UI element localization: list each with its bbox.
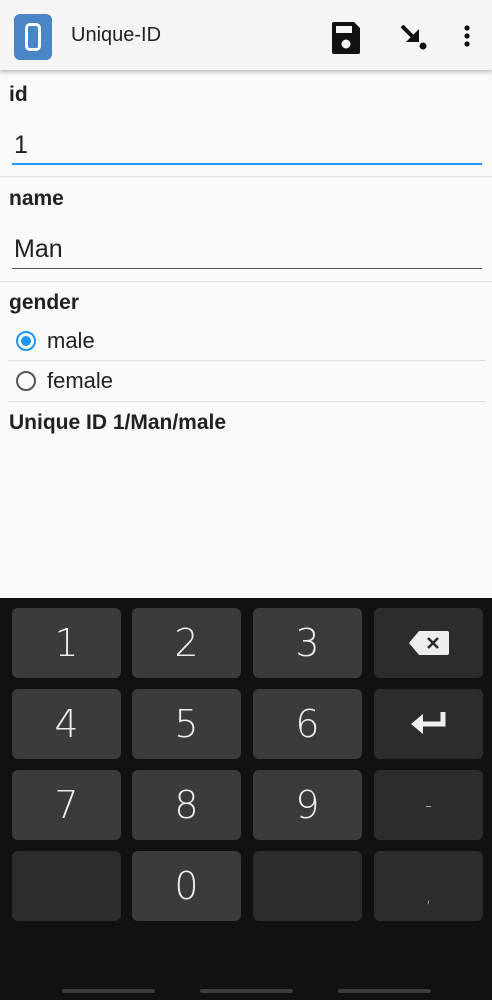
import-arrow-icon[interactable]: [393, 16, 429, 56]
id-input[interactable]: [12, 125, 482, 165]
enter-icon: [410, 712, 445, 734]
key-blank: [253, 851, 362, 921]
gender-label: gender: [9, 291, 80, 314]
enter-key[interactable]: [374, 689, 483, 759]
radio-checked-icon: [16, 331, 36, 351]
radio-unchecked-icon: [16, 371, 36, 391]
comma-label: ,: [425, 883, 432, 907]
key-blank: [12, 851, 121, 921]
key-1[interactable]: 1: [12, 608, 121, 678]
key-2[interactable]: 2: [132, 608, 241, 678]
key-4[interactable]: 4: [12, 689, 121, 759]
key-minus[interactable]: -: [374, 770, 483, 840]
name-input[interactable]: [12, 229, 482, 269]
nav-handle: [62, 989, 155, 993]
key-6[interactable]: 6: [253, 689, 362, 759]
divider: [8, 401, 486, 402]
key-8[interactable]: 8: [132, 770, 241, 840]
id-input-underline: [12, 163, 482, 165]
divider: [8, 360, 486, 361]
app-logo-icon: [14, 14, 52, 60]
minus-label: -: [424, 793, 433, 817]
divider: [0, 176, 492, 177]
nav-handle: [338, 989, 431, 993]
key-comma[interactable]: ,: [374, 851, 483, 921]
key-7[interactable]: 7: [12, 770, 121, 840]
nav-handle: [200, 989, 293, 993]
divider: [0, 281, 492, 282]
app-title: Unique-ID: [71, 24, 162, 46]
key-9[interactable]: 9: [253, 770, 362, 840]
app-bar: Unique-ID: [0, 0, 492, 70]
key-0[interactable]: 0: [132, 851, 241, 921]
backspace-key[interactable]: [374, 608, 483, 678]
key-5[interactable]: 5: [132, 689, 241, 759]
id-label: id: [9, 83, 28, 106]
save-icon[interactable]: [328, 16, 364, 56]
backspace-icon: [408, 631, 449, 655]
name-label: name: [9, 187, 64, 210]
radio-label: male: [47, 328, 95, 353]
radio-female[interactable]: female: [8, 364, 486, 402]
radio-label: female: [47, 368, 114, 393]
name-input-underline: [12, 268, 482, 269]
key-3[interactable]: 3: [253, 608, 362, 678]
unique-id-result: Unique ID 1/Man/male: [9, 411, 227, 434]
radio-male[interactable]: male: [8, 324, 486, 362]
more-vert-icon[interactable]: [452, 16, 482, 56]
